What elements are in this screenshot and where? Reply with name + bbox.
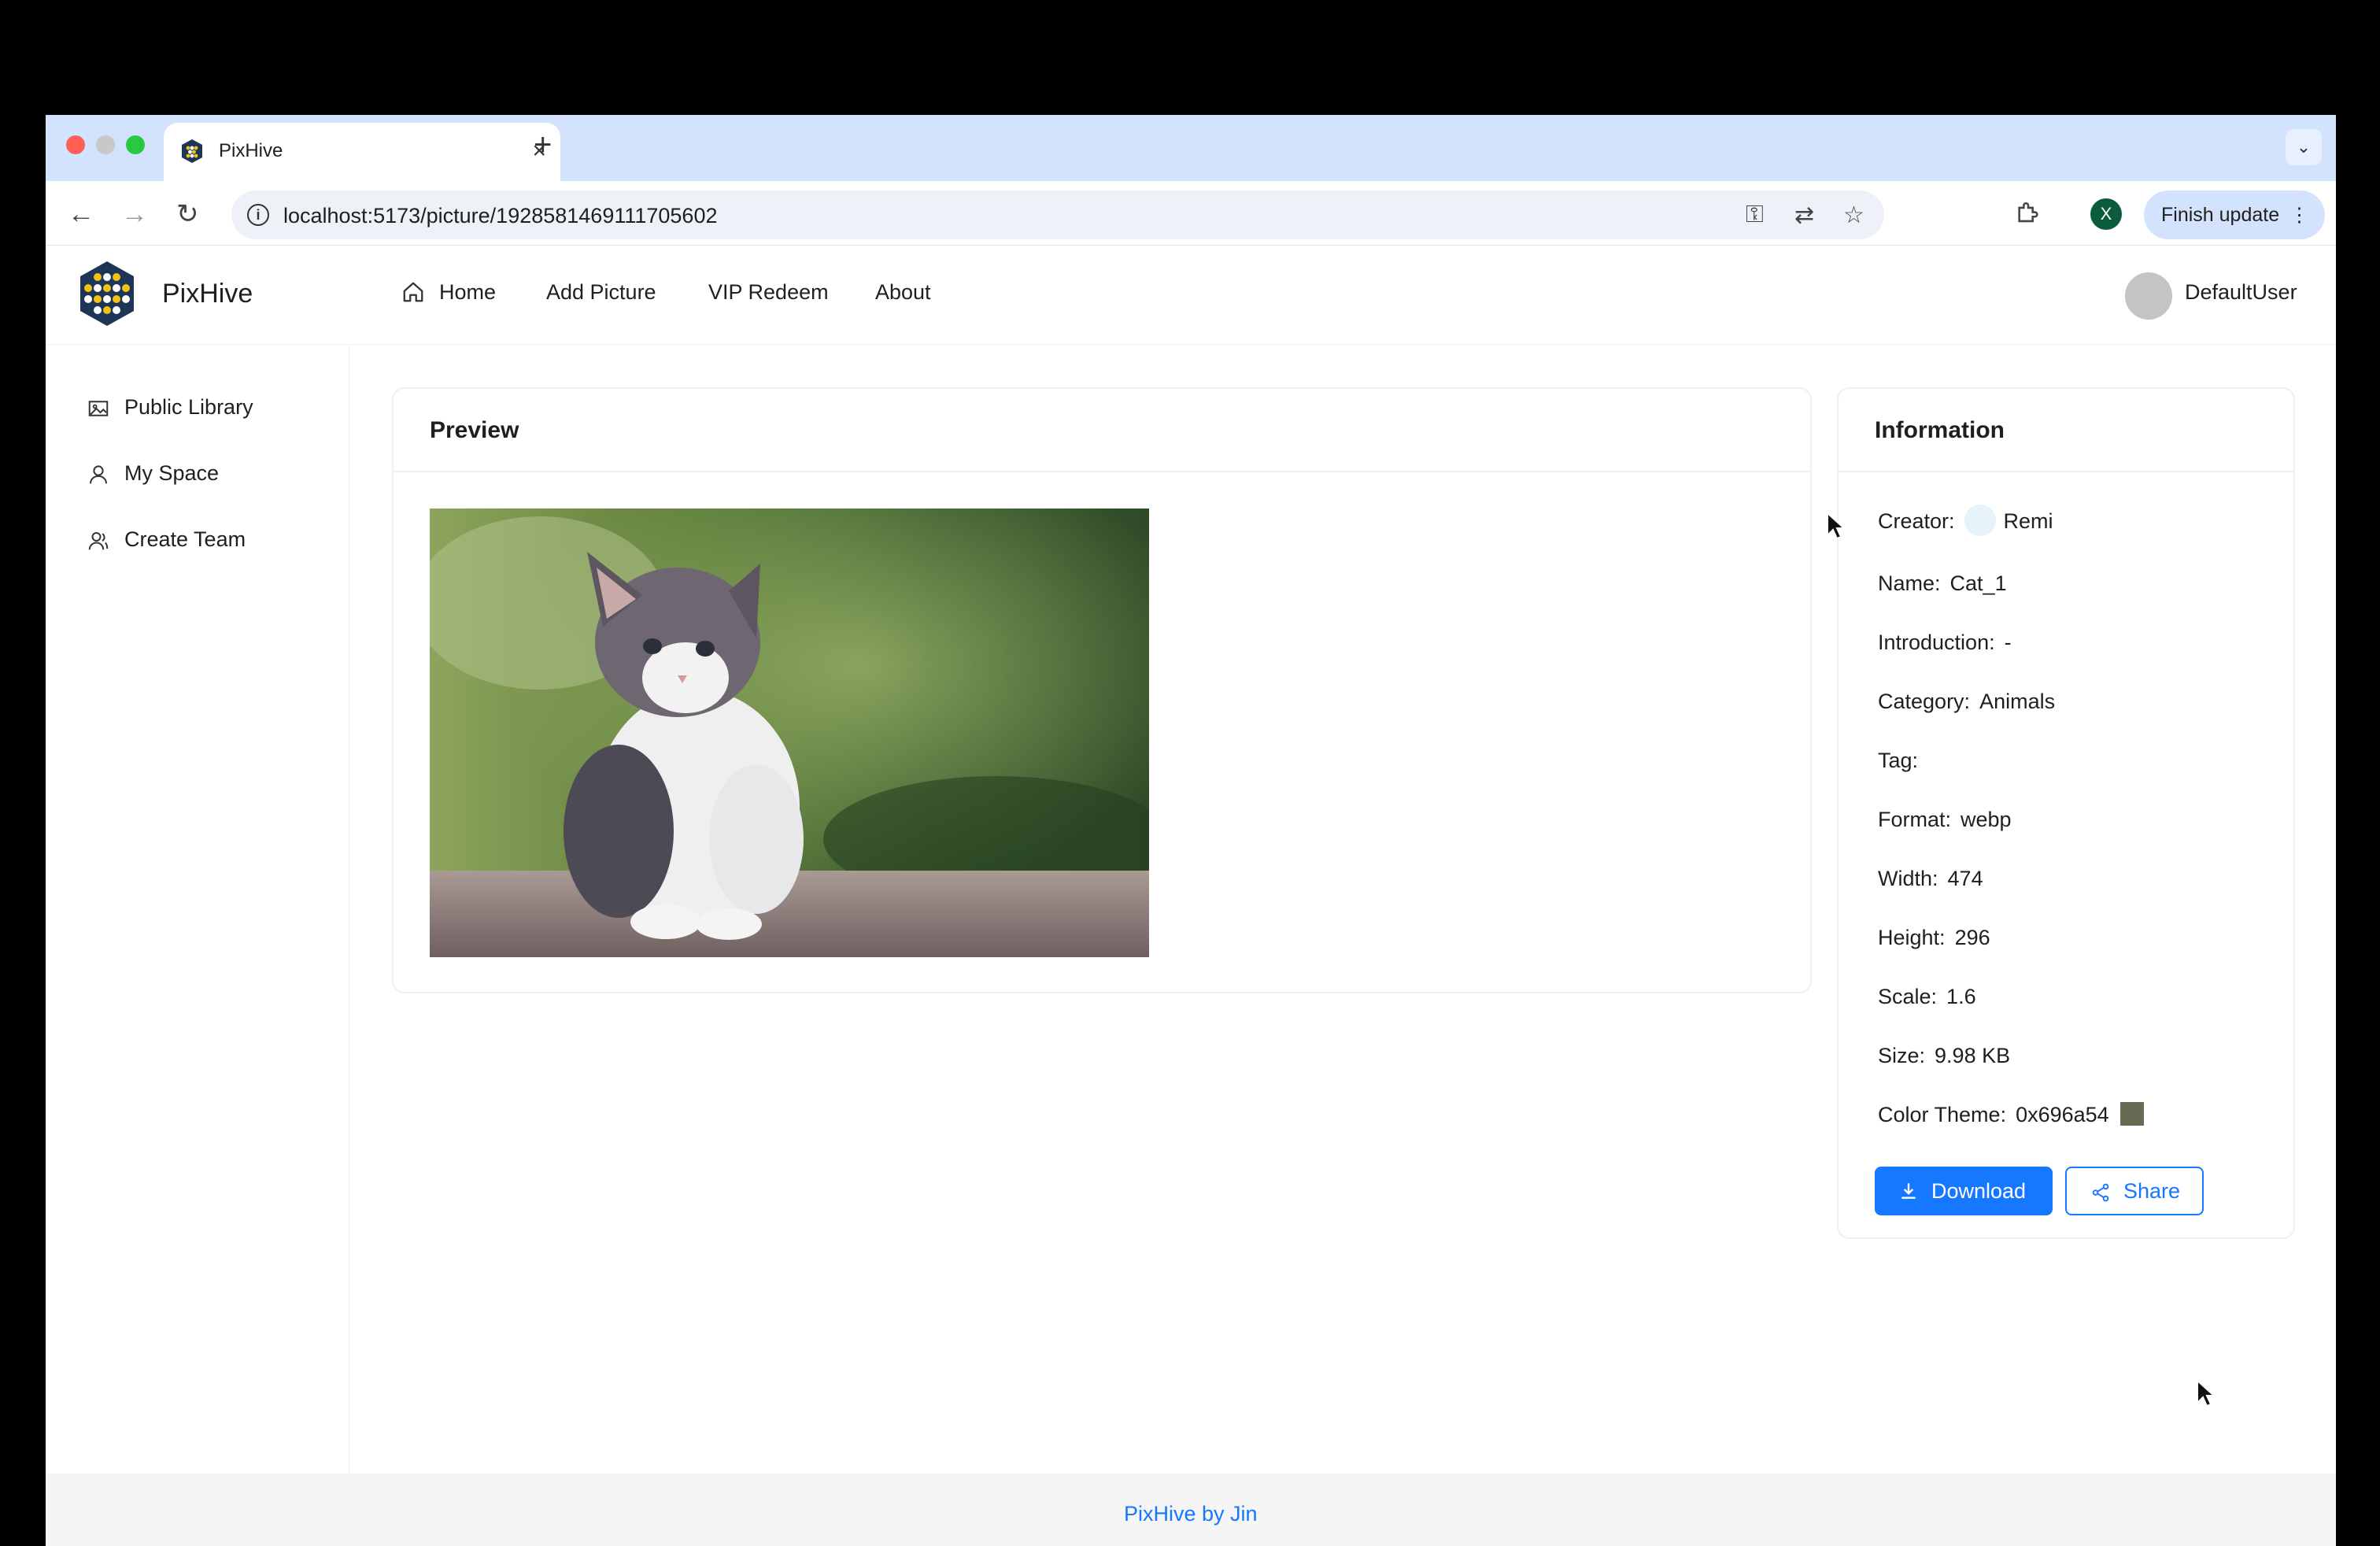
- team-icon: [88, 532, 109, 550]
- more-menu-icon[interactable]: ⋮: [2289, 190, 2309, 239]
- share-button[interactable]: Share: [2065, 1167, 2204, 1215]
- reload-icon[interactable]: ↻: [176, 198, 199, 230]
- width-value: 474: [1947, 867, 1983, 890]
- info-category: Category: Animals: [1878, 690, 2055, 714]
- info-tag: Tag:: [1878, 749, 1927, 773]
- url-text[interactable]: localhost:5173/picture/19285814691117056…: [283, 204, 717, 228]
- download-label: Download: [1931, 1179, 2027, 1203]
- info-scale: Scale: 1.6: [1878, 985, 1976, 1009]
- color-theme-label: Color Theme:: [1878, 1103, 2007, 1126]
- divider: [394, 471, 1810, 472]
- scale-value: 1.6: [1946, 985, 1976, 1008]
- pixhive-favicon-icon: [182, 139, 202, 163]
- menu-home[interactable]: Home: [439, 280, 496, 305]
- brand-name[interactable]: PixHive: [162, 279, 253, 309]
- new-tab-icon[interactable]: +: [534, 128, 552, 162]
- close-window-button[interactable]: [66, 135, 85, 154]
- introduction-label: Introduction:: [1878, 631, 1995, 654]
- profile-avatar[interactable]: X: [2090, 198, 2122, 230]
- format-value: webp: [1961, 808, 2012, 831]
- mouse-cursor-icon: [2197, 1379, 2216, 1407]
- download-icon: [1901, 1183, 1916, 1199]
- information-card: Information Creator: Remi Name: Cat_1 Intr…: [1837, 387, 2295, 1239]
- back-arrow-icon[interactable]: ←: [68, 198, 94, 230]
- category-value: Animals: [1979, 690, 2056, 713]
- tag-label: Tag:: [1878, 749, 1919, 772]
- tab-list-chevron-icon[interactable]: ⌄: [2286, 129, 2322, 165]
- share-label: Share: [2123, 1179, 2181, 1203]
- user-icon: [90, 465, 107, 484]
- info-height: Height: 296: [1878, 926, 1990, 950]
- sidebar-item-label: My Space: [124, 461, 220, 485]
- info-name: Name: Cat_1: [1878, 571, 2007, 596]
- tab-title: PixHive: [219, 140, 283, 161]
- introduction-value: -: [2004, 631, 2012, 654]
- info-creator: Creator: Remi: [1878, 505, 2053, 538]
- extensions-puzzle-icon[interactable]: [2015, 200, 2042, 227]
- category-label: Category:: [1878, 690, 1971, 713]
- browser-tab[interactable]: PixHive ×: [164, 123, 560, 181]
- preview-title: Preview: [430, 417, 519, 443]
- divider: [1839, 471, 2293, 472]
- color-theme-swatch: [2119, 1101, 2144, 1126]
- creator-avatar[interactable]: [1964, 505, 1996, 536]
- address-bar[interactable]: i localhost:5173/picture/192858146911170…: [231, 190, 1884, 239]
- size-value: 9.98 KB: [1935, 1044, 2011, 1067]
- browser-window: PixHive × + ⌄ ← → ↻ i localhost:5173/pic…: [46, 115, 2336, 1546]
- browser-toolbar: ← → ↻ i localhost:5173/picture/192858146…: [46, 181, 2336, 246]
- picture-preview-image[interactable]: [430, 509, 1149, 957]
- sidebar: Public Library My Space Create Team: [46, 345, 349, 1474]
- minimize-window-button[interactable]: [96, 135, 115, 154]
- creator-value: Remi: [2003, 509, 2053, 534]
- finish-update-button[interactable]: Finish update ⋮: [2144, 190, 2325, 239]
- format-label: Format:: [1878, 808, 1952, 831]
- download-button[interactable]: Download: [1875, 1167, 2053, 1215]
- user-avatar[interactable]: [2125, 272, 2172, 320]
- size-label: Size:: [1878, 1044, 1926, 1067]
- name-value: Cat_1: [1949, 571, 2007, 595]
- menu-add-picture[interactable]: Add Picture: [546, 280, 656, 305]
- info-introduction: Introduction: -: [1878, 631, 2012, 655]
- menu-about[interactable]: About: [875, 280, 931, 305]
- height-value: 296: [1954, 926, 1990, 949]
- menu-vip-redeem[interactable]: VIP Redeem: [708, 280, 829, 305]
- finish-update-label: Finish update: [2161, 204, 2280, 226]
- scale-label: Scale:: [1878, 985, 1938, 1008]
- web-page: PixHive Home Add Picture VIP Redeem Abou…: [46, 246, 2336, 1546]
- home-icon: [403, 282, 423, 302]
- width-label: Width:: [1878, 867, 1938, 890]
- forward-arrow-icon[interactable]: →: [121, 198, 148, 230]
- mouse-cursor-icon: [1827, 512, 1846, 540]
- pixhive-logo-icon[interactable]: [77, 260, 137, 327]
- share-icon: [2092, 1183, 2109, 1202]
- color-theme-value: 0x696a54: [2016, 1103, 2109, 1126]
- app-header: PixHive Home Add Picture VIP Redeem Abou…: [46, 246, 2336, 345]
- info-format: Format: webp: [1878, 808, 2012, 832]
- password-key-icon[interactable]: ⚿: [1746, 202, 1764, 228]
- preview-card: Preview: [392, 387, 1812, 993]
- info-size: Size: 9.98 KB: [1878, 1044, 2010, 1068]
- site-info-icon[interactable]: i: [247, 204, 269, 226]
- tab-strip: PixHive × + ⌄: [46, 115, 2336, 181]
- kitten-photo: [430, 509, 1149, 957]
- height-label: Height:: [1878, 926, 1946, 949]
- translate-icon[interactable]: ⇄: [1794, 202, 1814, 229]
- footer-link[interactable]: PixHive by Jin: [1124, 1502, 1258, 1526]
- bookmark-star-icon[interactable]: ☆: [1843, 202, 1864, 229]
- creator-label: Creator:: [1878, 509, 1955, 534]
- sidebar-item-label: Public Library: [124, 395, 253, 419]
- maximize-window-button[interactable]: [126, 135, 145, 154]
- info-color-theme: Color Theme: 0x696a54: [1878, 1101, 2144, 1128]
- name-label: Name:: [1878, 571, 1941, 595]
- info-width: Width: 474: [1878, 867, 1983, 891]
- picture-icon: [88, 401, 109, 416]
- footer: PixHive by Jin: [46, 1474, 2336, 1546]
- username[interactable]: DefaultUser: [2185, 280, 2297, 305]
- information-title: Information: [1875, 417, 2005, 443]
- sidebar-item-label: Create Team: [124, 527, 246, 551]
